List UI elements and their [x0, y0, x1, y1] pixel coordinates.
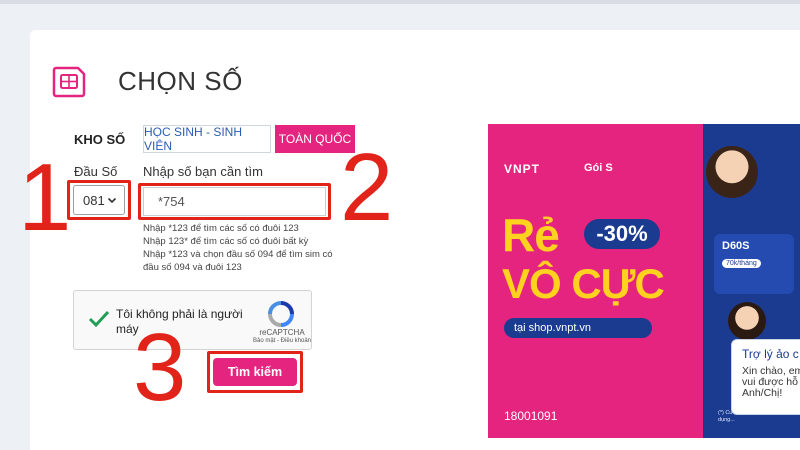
plan-card: D60S 70k/tháng — [714, 234, 794, 294]
kho-so-label: KHO SỐ — [74, 132, 126, 147]
search-hints: Nhập *123 để tìm các số có đuôi 123 Nhập… — [143, 222, 343, 274]
step-number-2: 2 — [340, 134, 394, 241]
model-photo — [728, 302, 766, 340]
hotline: 18001091 — [504, 409, 558, 423]
step-number-1: 1 — [18, 144, 72, 251]
hint-line: Nhập *123 và chọn đầu số 094 để tìm sim … — [143, 249, 333, 273]
page-title: CHỌN SỐ — [118, 66, 243, 96]
recaptcha-brand: reCAPTCHA — [259, 328, 305, 337]
tab-hoc-sinh-sinh-vien[interactable]: HỌC SINH - SINH VIÊN — [143, 125, 271, 153]
package-name: Gói S — [584, 162, 613, 174]
recaptcha-links[interactable]: Bảo mật - Điều khoản — [252, 338, 312, 344]
plan-price: 70k/tháng — [722, 259, 761, 268]
so-input-label: Nhập số bạn cần tìm — [143, 164, 263, 179]
highlight-box-search-button — [207, 351, 303, 393]
top-border — [0, 0, 800, 4]
model-photo — [706, 146, 758, 198]
hint-line: Nhập *123 để tìm các số có đuôi 123 — [143, 223, 299, 234]
chat-assistant-popup[interactable]: Trợ lý ảo c Xin chào, em vui được hỗ Anh… — [731, 339, 800, 415]
shop-link: tại shop.vnpt.vn — [504, 318, 652, 338]
hint-line: Nhập 123* để tìm các số có đuôi bất kỳ — [143, 236, 309, 247]
chat-title: Trợ lý ảo c — [742, 347, 799, 361]
checkmark-icon[interactable] — [88, 309, 110, 329]
step-number-3: 3 — [133, 314, 187, 421]
chat-message: Xin chào, em vui được hỗ Anh/Chị! — [742, 366, 800, 399]
banner-headline-vocuc: VÔ CỰC — [502, 260, 665, 307]
highlight-box-dau-so — [67, 180, 131, 220]
highlight-box-number-input — [138, 183, 331, 220]
vnpt-logo: VNPT — [504, 162, 541, 176]
banner-headline-re: Rẻ — [502, 209, 560, 261]
discount-badge: -30% — [584, 219, 660, 249]
recaptcha-logo-icon — [268, 301, 294, 327]
chat-line: Anh/Chị! — [742, 387, 783, 399]
recaptcha-widget[interactable]: Tôi không phải là người máy reCAPTCHA Bả… — [73, 290, 312, 350]
sim-card-icon — [52, 66, 86, 98]
dau-so-label: Đầu Số — [74, 164, 118, 179]
plan-name: D60S — [722, 240, 750, 252]
